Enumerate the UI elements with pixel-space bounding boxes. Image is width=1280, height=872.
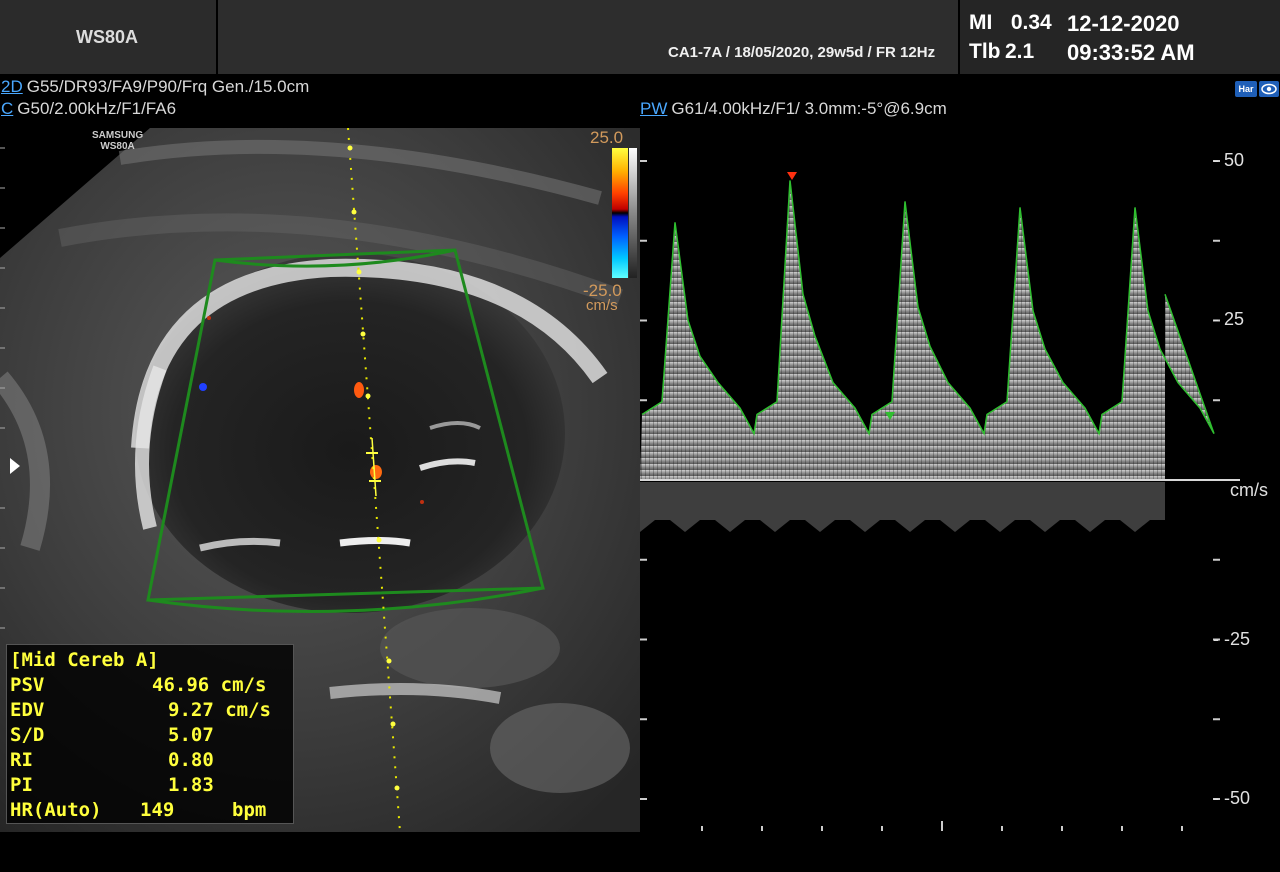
measurement-row-pi: PI 1.83 bbox=[10, 774, 214, 796]
exam-time: 09:33:52 AM bbox=[1067, 40, 1195, 65]
pw-tag[interactable]: PW bbox=[640, 99, 667, 118]
color-params-row: C G50/2.00kHz/F1/FA6 bbox=[1, 99, 176, 119]
tib-label: Tlb bbox=[969, 40, 1001, 63]
color-scale-unit: cm/s bbox=[586, 297, 618, 314]
bmode-params: G55/DR93/FA9/P90/Frq Gen./15.0cm bbox=[26, 77, 310, 96]
mi-label: MI bbox=[969, 11, 993, 34]
spectral-waveform bbox=[640, 180, 1214, 480]
patient-info: CA1-7A / 18/05/2020, 29w5d / FR 12Hz bbox=[668, 44, 936, 61]
measurement-row-edv: EDV 9.27 cm/s bbox=[10, 699, 271, 721]
velocity-unit-label: cm/s bbox=[1230, 480, 1268, 500]
axis-label-50: - 50 bbox=[1213, 150, 1245, 170]
harmonic-icon[interactable]: Har bbox=[1235, 81, 1257, 97]
measurement-row-ri: RI 0.80 bbox=[10, 749, 214, 771]
measurement-row-psv: PSV 46.96 cm/s bbox=[10, 674, 267, 696]
eye-icon[interactable] bbox=[1259, 81, 1279, 97]
manufacturer-watermark: SAMSUNG WS80A bbox=[92, 130, 144, 152]
grayscale-map bbox=[629, 148, 637, 278]
color-tag[interactable]: C bbox=[1, 99, 13, 118]
exam-date: 12-12-2020 bbox=[1067, 11, 1180, 36]
time-tick-marks bbox=[701, 821, 1183, 831]
color-params: G50/2.00kHz/F1/FA6 bbox=[17, 99, 177, 118]
tib-value: 2.1 bbox=[1005, 40, 1035, 63]
mirror-artifact bbox=[640, 482, 1165, 532]
measurement-row-hr: HR(Auto) 149 bpm bbox=[10, 799, 267, 821]
color-velocity-scale bbox=[612, 148, 628, 278]
measurement-row-sd: S/D 5.07 bbox=[10, 724, 214, 746]
axis-label-25: - 25 bbox=[1213, 309, 1245, 329]
measurement-panel[interactable]: [Mid Cereb A] PSV 46.96 cm/s EDV 9.27 cm… bbox=[6, 644, 294, 824]
device-model: WS80A bbox=[76, 27, 139, 47]
color-scale-top: 25.0 bbox=[590, 128, 624, 147]
pw-params-row: PW G61/4.00kHz/F1/ 3.0mm:-5°@6.9cm bbox=[640, 99, 947, 119]
spectral-doppler-display[interactable] bbox=[640, 128, 1280, 832]
psv-marker-icon bbox=[787, 172, 797, 180]
measurement-title: [Mid Cereb A] bbox=[10, 649, 159, 671]
pw-params: G61/4.00kHz/F1/ 3.0mm:-5°@6.9cm bbox=[671, 99, 947, 118]
axis-label-neg25: - -25 bbox=[1213, 629, 1251, 649]
bmode-tag[interactable]: 2D bbox=[1, 77, 23, 96]
spectral-fill bbox=[640, 180, 1214, 480]
orientation-marker-icon bbox=[10, 458, 20, 474]
header-middle-panel bbox=[218, 0, 958, 74]
axis-label-neg50: - -50 bbox=[1213, 788, 1251, 808]
bmode-params-row: 2D G55/DR93/FA9/P90/Frq Gen./15.0cm bbox=[1, 77, 309, 97]
mi-value: 0.34 bbox=[1010, 11, 1052, 34]
spectral-mirror-noise bbox=[640, 482, 1165, 532]
